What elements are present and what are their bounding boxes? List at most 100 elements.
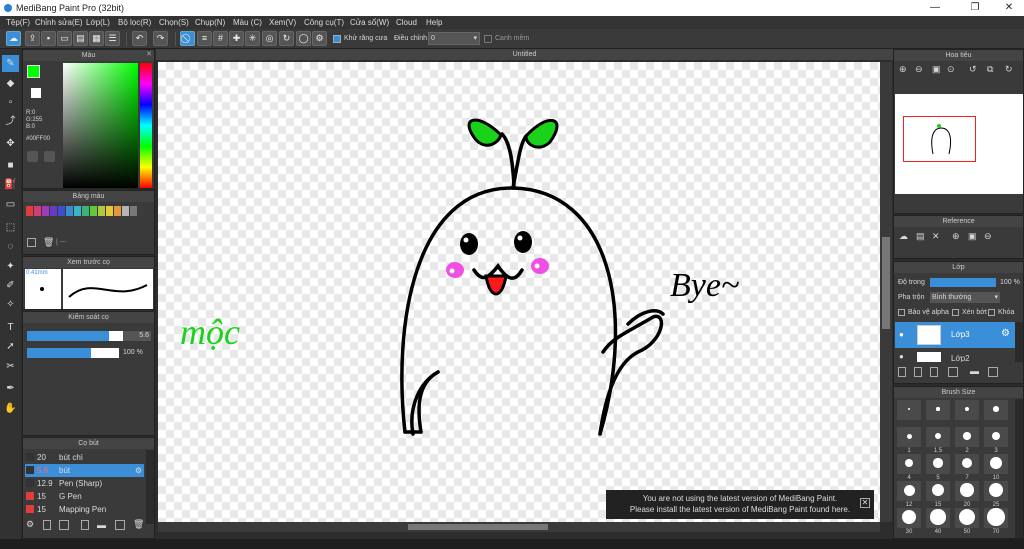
menu-filter[interactable]: Bộ lọc(R) [118,18,151,27]
folder-icon[interactable]: ▬ [97,520,106,530]
maximize-button[interactable]: ❐ [960,0,990,16]
brush-size-cell[interactable] [897,400,921,420]
circle-snap-icon[interactable]: ◎ [262,31,277,46]
dot-tool-icon[interactable]: ▫ [2,94,19,111]
palette-swatch[interactable] [58,206,65,216]
brush-row[interactable]: 20 bút chì [25,451,144,464]
eraser-tool-icon[interactable]: ◆ [2,75,19,92]
palette-swatch[interactable] [98,206,105,216]
palette-swatch[interactable] [90,206,97,216]
menu-snap[interactable]: Chụp(N) [195,18,225,27]
palette-swatch[interactable] [82,206,89,216]
undo-icon[interactable]: ↶ [132,31,147,46]
brush-size-cell[interactable] [984,427,1008,447]
minimize-button[interactable]: — [920,0,950,16]
brush-size-cell[interactable] [984,454,1008,474]
menu-tools[interactable]: Công cụ(T) [304,18,344,27]
panel-icon[interactable]: ▦ [89,31,104,46]
eyedropper-icon[interactable]: ✒ [2,380,19,397]
zoom-out-icon[interactable]: ⊖ [915,64,923,75]
palette-swatch[interactable] [130,206,137,216]
smooth-checkbox[interactable] [484,35,492,43]
palette-swatch[interactable] [42,206,49,216]
brush-size-cell[interactable] [984,508,1008,528]
vertical-scroll-thumb[interactable] [882,237,890,329]
brush-size-cell[interactable] [955,481,979,501]
brush-size-cell[interactable] [897,454,921,474]
grid-snap-icon[interactable]: # [213,31,228,46]
menu-layer[interactable]: Lớp(L) [86,18,110,27]
layer-row-lop3[interactable]: ● Lớp3 ⚙ [895,322,1015,348]
color-picker-icon[interactable] [44,151,55,162]
ref-zoom-out-icon[interactable]: ⊖ [984,231,992,242]
eye-icon[interactable]: ● [899,330,904,339]
select-tool-icon[interactable]: ⬚ [2,219,19,236]
image-icon[interactable]: ▤ [916,231,925,242]
brush-settings-icon[interactable]: ⚙ [26,519,34,530]
cloud-icon[interactable]: ☁ [6,31,21,46]
primary-color-swatch[interactable] [27,65,40,78]
brush-row[interactable]: 15 G Pen [25,490,144,503]
canvas-tab[interactable]: Untitled [156,49,893,60]
lasso-tool-icon[interactable]: ◌ [2,238,19,255]
text-tool-icon[interactable]: T [2,319,19,336]
brush-size-cell[interactable] [955,400,979,420]
cross-snap-icon[interactable]: ✚ [229,31,244,46]
vertical-scrollbar[interactable] [880,62,892,522]
layer-row-lop2[interactable]: ● Lớp2 [895,350,1015,362]
copy-brush-icon[interactable] [81,520,89,530]
zoom-in-icon[interactable]: ⊕ [899,64,907,75]
palette-swatch[interactable] [106,206,113,216]
gradient-tool-icon[interactable]: ▭ [2,196,19,213]
add-layer-dropdown-icon[interactable] [948,367,958,377]
radial-snap-icon[interactable]: ✳ [245,31,260,46]
clipping-checkbox[interactable] [952,309,959,316]
duplicate-layer-icon[interactable] [988,367,998,377]
fit-icon[interactable]: ▣ [932,64,941,75]
brush-size-cell[interactable] [897,481,921,501]
actual-size-icon[interactable]: ⊙ [947,64,955,75]
palette-swatch[interactable] [114,206,121,216]
brush-size-cell[interactable] [926,427,950,447]
palette-swatch[interactable] [26,206,33,216]
palette-swatch[interactable] [74,206,81,216]
close-reference-icon[interactable]: ✕ [932,231,940,242]
frame-icon[interactable]: ▤ [73,31,88,46]
layer-opacity-slider[interactable] [930,278,996,287]
new-8bit-layer-icon[interactable] [930,367,938,377]
brush-size-cell[interactable] [955,427,979,447]
ref-zoom-in-icon[interactable]: ⊕ [952,231,960,242]
menu-view[interactable]: Xem(V) [269,18,296,27]
parallel-snap-icon[interactable]: ≡ [197,31,212,46]
color-saturation-box[interactable] [63,63,138,188]
redo-icon[interactable]: ↷ [153,31,168,46]
brush-size-cell[interactable] [984,481,1008,501]
antialias-checkbox[interactable] [333,35,341,43]
brush-row[interactable]: 15 Mapping Pen [25,503,144,516]
brush-size-cell[interactable] [955,508,979,528]
notice-close-icon[interactable]: ✕ [860,498,870,508]
horizontal-scroll-thumb[interactable] [408,524,548,530]
size-slider[interactable] [27,331,123,341]
delete-brush-icon[interactable]: 🗑 [133,519,144,530]
palette-swatch[interactable] [122,206,129,216]
menu-cloud[interactable]: Cloud [396,18,417,27]
brush-size-cell[interactable] [926,481,950,501]
layer-settings-icon[interactable]: ⚙ [1001,328,1010,339]
menu-help[interactable]: Help [426,18,442,27]
update-notice[interactable]: You are not using the latest version of … [606,490,874,519]
palette-swatch[interactable] [34,206,41,216]
divide-tool-icon[interactable]: ✂ [2,358,19,375]
duplicate-icon[interactable] [115,520,125,530]
brush-size-cell[interactable] [926,454,950,474]
close-icon[interactable]: ✕ [146,50,152,58]
lock-checkbox[interactable] [988,309,995,316]
layer-folder-icon[interactable]: ▬ [970,366,979,376]
brush-size-scrollbar[interactable] [1015,399,1023,538]
hand-tool-icon[interactable]: ✋ [2,400,19,417]
menu-color[interactable]: Màu (C) [233,18,262,27]
brush-gear-icon[interactable]: ⚙ [135,464,142,477]
rotate-right-icon[interactable]: ↻ [1005,64,1013,75]
brush-size-cell[interactable] [984,400,1008,420]
brush-size-cell[interactable] [955,454,979,474]
